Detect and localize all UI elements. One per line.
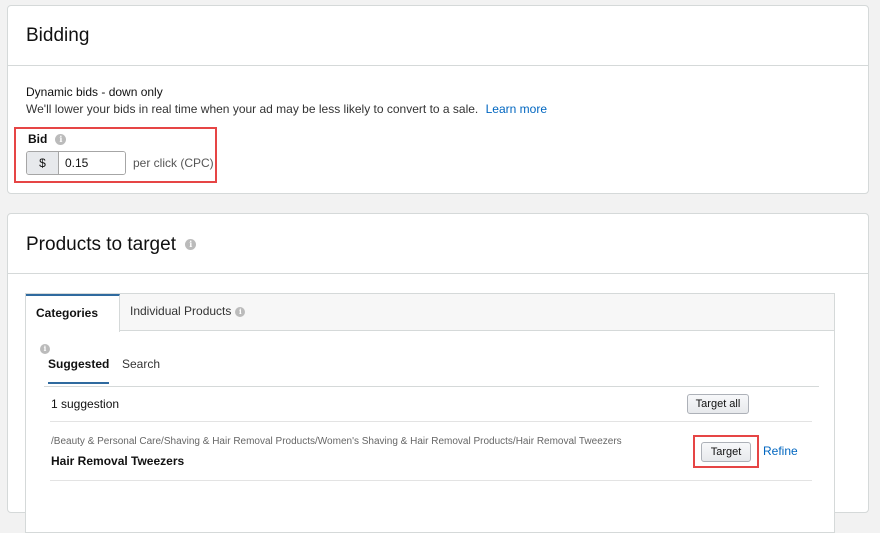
- tab-categories-label: Categories: [36, 306, 99, 320]
- refine-link[interactable]: Refine: [763, 444, 798, 458]
- info-icon[interactable]: i: [55, 134, 67, 146]
- bid-strategy-title: Dynamic bids - down only: [26, 85, 163, 99]
- info-icon[interactable]: i: [235, 306, 246, 317]
- products-title: Products to target i: [26, 234, 197, 256]
- bid-suffix: per click (CPC): [133, 156, 214, 170]
- learn-more-link[interactable]: Learn more: [486, 102, 547, 116]
- tab-categories[interactable]: Categoriesi: [26, 294, 120, 354]
- bid-strategy-text: We'll lower your bids in real time when …: [26, 102, 479, 116]
- target-all-button[interactable]: Target all: [687, 394, 749, 414]
- category-name: Hair Removal Tweezers: [51, 454, 185, 468]
- bid-label-text: Bid: [28, 132, 48, 146]
- target-button[interactable]: Target: [701, 442, 751, 462]
- suggestion-count: 1 suggestion: [51, 397, 120, 411]
- products-to-target-section: Products to target i Categoriesi Individ…: [7, 213, 869, 533]
- divider: [50, 421, 812, 422]
- subtab-suggested[interactable]: Suggested: [48, 357, 110, 384]
- bid-strategy-description: We'll lower your bids in real time when …: [26, 102, 547, 116]
- bid-input[interactable]: 0.15: [59, 152, 125, 174]
- info-icon[interactable]: i: [185, 239, 197, 251]
- products-header: Products to target i: [8, 214, 868, 274]
- tab-bar: Categoriesi Individual Products i: [26, 294, 834, 354]
- category-path: /Beauty & Personal Care/Shaving & Hair R…: [51, 436, 622, 447]
- bidding-header: Bidding: [8, 6, 868, 66]
- bidding-section: Bidding Dynamic bids - down only We'll l…: [7, 5, 869, 194]
- targeting-tabs-panel: Categoriesi Individual Products i Suggest…: [25, 293, 835, 533]
- subtab-bar: Suggested Search: [44, 344, 819, 387]
- bid-label: Bid i: [28, 132, 67, 146]
- divider: [50, 480, 812, 481]
- bidding-title: Bidding: [26, 25, 90, 46]
- products-title-text: Products to target: [26, 234, 176, 255]
- currency-prefix: $: [27, 152, 59, 174]
- subtab-search[interactable]: Search: [122, 357, 160, 371]
- tab-individual-products[interactable]: Individual Products i: [120, 294, 255, 331]
- tab-individual-label: Individual Products: [130, 304, 232, 318]
- bid-input-group: $ 0.15: [26, 151, 126, 175]
